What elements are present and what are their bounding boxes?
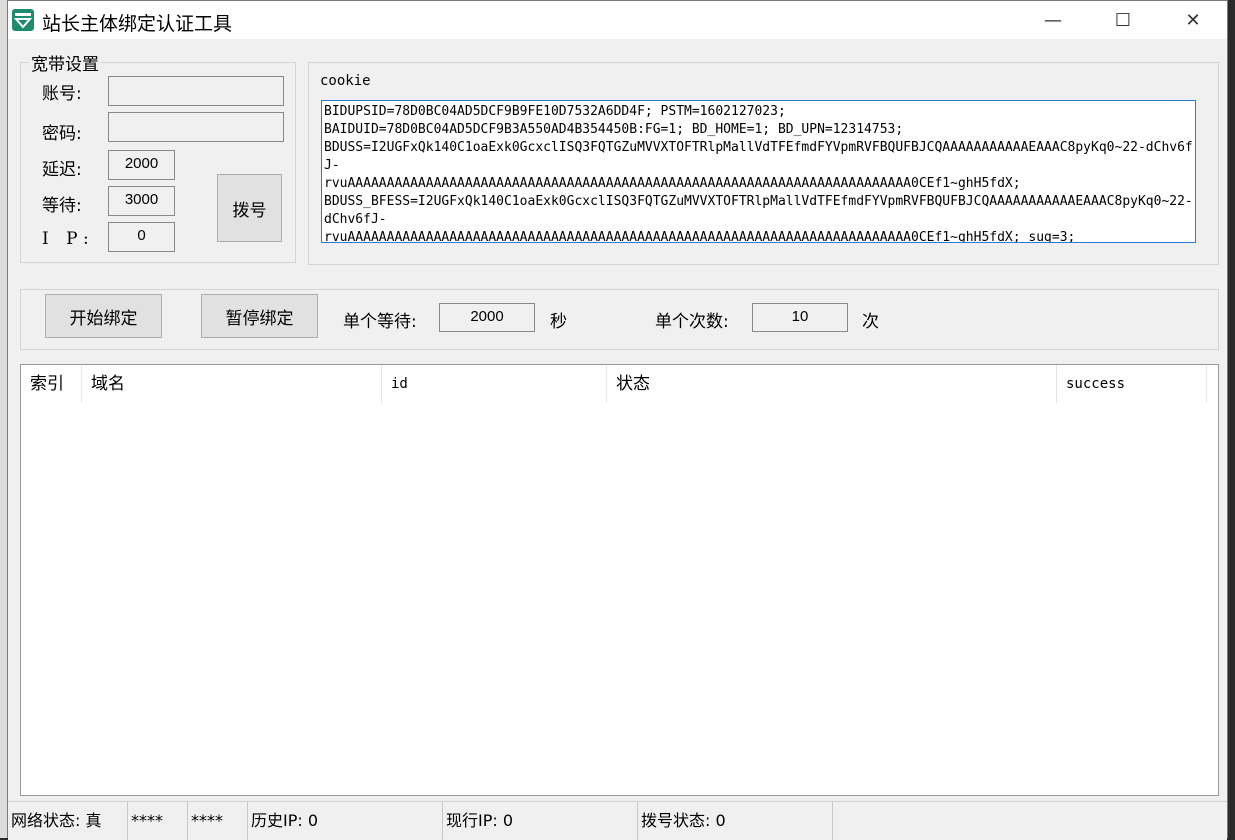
app-logo-icon: [12, 9, 34, 31]
ip-label: I P:: [42, 229, 95, 249]
app-window: 站长主体绑定认证工具 — ☐ ✕ 宽带设置 账号: 密码: 延迟: 2000 等…: [7, 0, 1228, 840]
wait-field[interactable]: 3000: [108, 186, 175, 216]
column-header-success[interactable]: success: [1057, 365, 1207, 403]
bind-controls-group: [20, 289, 1219, 350]
title-bar: 站长主体绑定认证工具 — ☐ ✕: [8, 1, 1227, 39]
dial-button[interactable]: 拨号: [217, 174, 282, 242]
delay-label: 延迟:: [42, 160, 82, 180]
account-field[interactable]: [108, 76, 284, 106]
single-wait-field[interactable]: 2000: [439, 303, 535, 332]
account-label: 账号:: [42, 84, 82, 104]
single-wait-unit: 秒: [550, 312, 567, 332]
results-table[interactable]: 索引 域名 id 状态 success: [20, 364, 1219, 796]
history-ip: 历史IP: 0: [248, 802, 443, 840]
cookie-label: cookie: [320, 73, 371, 89]
column-header-index[interactable]: 索引: [21, 365, 82, 403]
pause-bind-button[interactable]: 暂停绑定: [201, 294, 318, 338]
cookie-text: BIDUPSID=78D0BC04AD5DCF9B9FE10D7532A6DD4…: [324, 104, 1193, 243]
password-field[interactable]: [108, 112, 284, 142]
maximize-button[interactable]: ☐: [1088, 1, 1158, 39]
cookie-textarea[interactable]: BIDUPSID=78D0BC04AD5DCF9B9FE10D7532A6DD4…: [321, 100, 1196, 243]
current-ip: 现行IP: 0: [443, 802, 638, 840]
column-header-status[interactable]: 状态: [607, 365, 1057, 403]
start-bind-button[interactable]: 开始绑定: [45, 294, 162, 338]
status-mask-1: ****: [128, 802, 188, 840]
column-header-id[interactable]: id: [382, 365, 607, 403]
wait-label: 等待:: [42, 196, 82, 216]
column-header-domain[interactable]: 域名: [82, 365, 382, 403]
single-count-unit: 次: [862, 312, 879, 332]
dial-status: 拨号状态: 0: [638, 802, 833, 840]
password-label: 密码:: [42, 124, 82, 144]
single-count-field[interactable]: 10: [752, 303, 848, 332]
single-wait-label: 单个等待:: [343, 312, 417, 332]
status-mask-2: ****: [188, 802, 248, 840]
network-status: 网络状态: 真: [8, 802, 128, 840]
close-button[interactable]: ✕: [1158, 1, 1228, 39]
status-bar: 网络状态: 真 **** **** 历史IP: 0 现行IP: 0 拨号状态: …: [8, 801, 1227, 840]
single-count-label: 单个次数:: [655, 312, 729, 332]
window-title: 站长主体绑定认证工具: [42, 13, 233, 35]
broadband-settings-title: 宽带设置: [29, 50, 101, 75]
delay-field[interactable]: 2000: [108, 150, 175, 180]
ip-field[interactable]: 0: [108, 222, 175, 252]
minimize-button[interactable]: —: [1018, 1, 1088, 39]
